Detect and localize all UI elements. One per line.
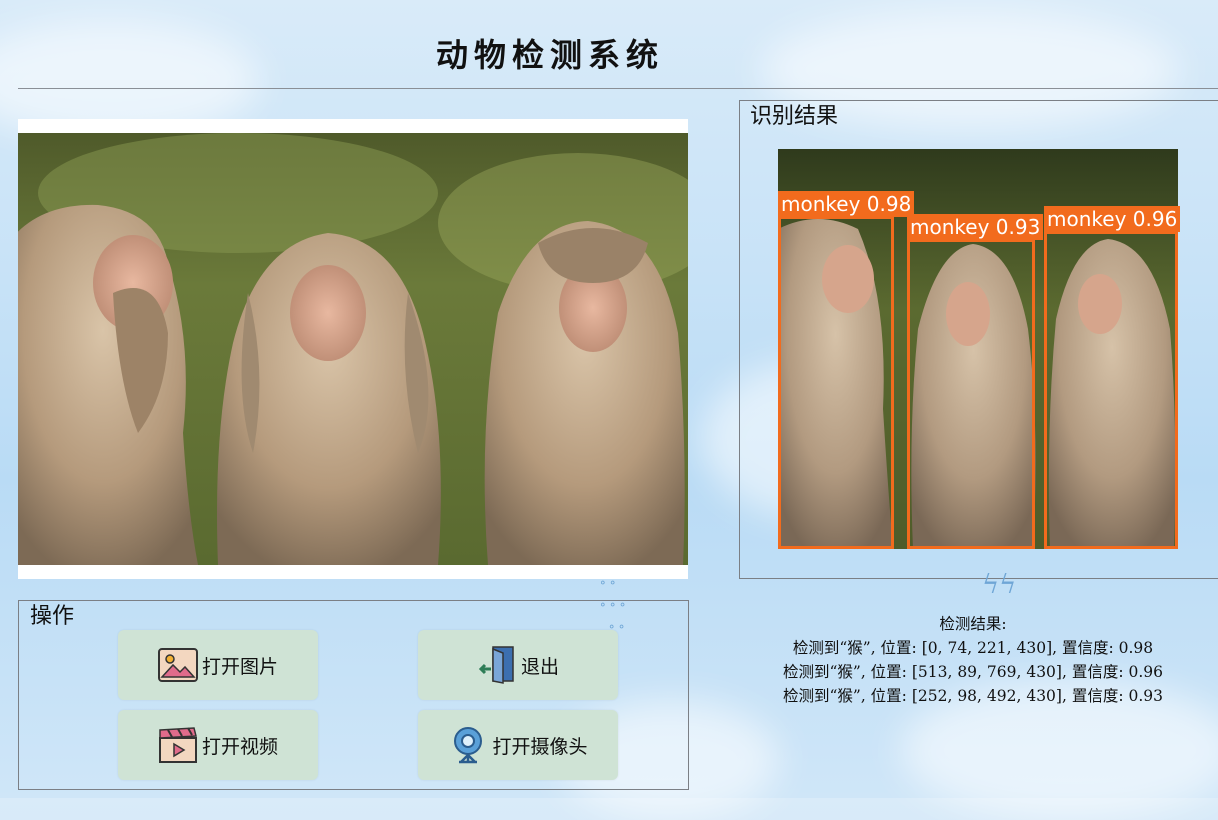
title-divider (18, 88, 1218, 89)
app-title: 动物检测系统 (435, 36, 664, 74)
open-video-button[interactable]: 打开视频 (118, 710, 318, 780)
open-video-label: 打开视频 (201, 735, 278, 758)
detection-bbox-1 (778, 216, 894, 549)
operations-title: 操作 (30, 604, 75, 629)
video-clapper-icon (158, 725, 198, 765)
detection-results-text: 检测结果: 检测到“猴”, 位置: [0, 74, 221, 430], 置信度… (738, 612, 1208, 708)
image-icon (157, 645, 198, 685)
open-camera-button[interactable]: 打开摄像头 (418, 710, 618, 780)
detection-results-header: 检测结果: (939, 615, 1007, 633)
original-image-frame (18, 119, 688, 579)
webcam-icon (448, 725, 488, 765)
exit-label: 退出 (520, 655, 559, 678)
open-image-button[interactable]: 打开图片 (118, 630, 318, 700)
detection-bbox-3 (1044, 231, 1178, 549)
original-image (18, 133, 688, 565)
decorative-lightning: ϟϟ (982, 570, 1017, 600)
detection-result-line: 检测到“猴”, 位置: [0, 74, 221, 430], 置信度: 0.98 (792, 639, 1154, 657)
detection-label-2: monkey 0.93 (907, 214, 1044, 240)
open-camera-label: 打开摄像头 (492, 735, 588, 758)
exit-door-icon (477, 645, 517, 685)
detection-bbox-2 (907, 239, 1035, 549)
detection-result-line: 检测到“猴”, 位置: [513, 89, 769, 430], 置信度: 0.… (782, 663, 1163, 681)
detection-label-1: monkey 0.98 (778, 191, 915, 217)
exit-button[interactable]: 退出 (418, 630, 618, 700)
result-panel-title: 识别结果 (750, 104, 839, 129)
detection-label-3: monkey 0.96 (1044, 206, 1181, 232)
detection-result-line: 检测到“猴”, 位置: [252, 98, 492, 430], 置信度: 0.… (782, 687, 1163, 705)
open-image-label: 打开图片 (201, 655, 278, 678)
